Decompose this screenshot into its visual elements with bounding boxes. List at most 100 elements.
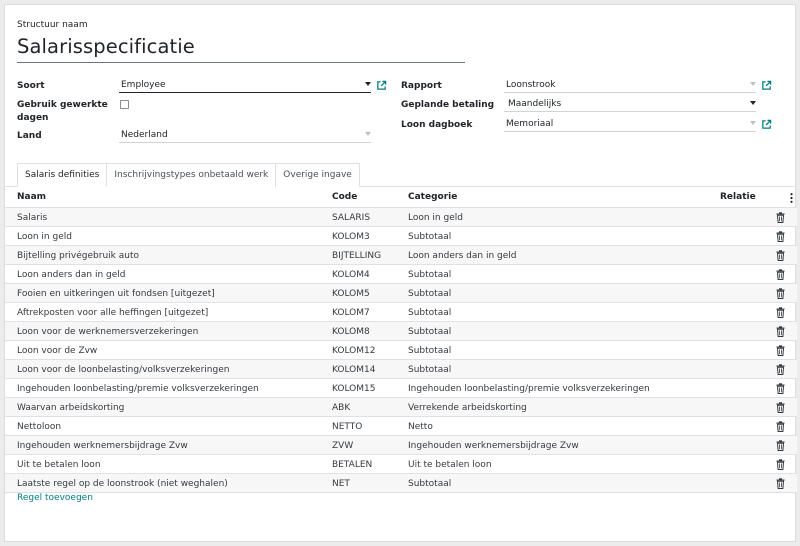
- table-row[interactable]: Loon anders dan in geld KOLOM4 Subtotaal: [5, 265, 797, 284]
- cell-name: Aftrekposten voor alle heffingen [uitgez…: [17, 308, 209, 318]
- tab-salaris-definities[interactable]: Salaris definities: [17, 163, 108, 187]
- table-row[interactable]: Loon voor de werknemersverzekeringen KOLO…: [5, 322, 797, 341]
- trash-icon[interactable]: [776, 459, 785, 470]
- tab-overige-ingave[interactable]: Overige ingave: [275, 163, 360, 187]
- cell-name: Laatste regel op de loonstrook (niet weg…: [17, 479, 228, 489]
- cell-name: Loon voor de werknemersverzekeringen: [17, 327, 199, 337]
- table-row[interactable]: Loon in geld KOLOM3 Subtotaal: [5, 227, 797, 246]
- chevron-down-icon: [365, 132, 371, 136]
- cell-category: Subtotaal: [408, 289, 452, 299]
- cell-name: Bijtelling privégebruik auto: [17, 251, 139, 261]
- trash-icon[interactable]: [776, 231, 785, 242]
- trash-icon[interactable]: [776, 383, 785, 394]
- column-header-name[interactable]: Naam: [17, 192, 46, 202]
- soort-value: Employee: [121, 80, 166, 90]
- cell-code: ABK: [332, 403, 351, 413]
- form-sheet: Structuur naam Salarisspecificatie Soort…: [4, 4, 797, 542]
- cell-code: NET: [332, 479, 350, 489]
- cell-code: ZVW: [332, 441, 354, 451]
- cell-code: KOLOM5: [332, 289, 370, 299]
- trash-icon[interactable]: [776, 269, 785, 280]
- trash-icon[interactable]: [776, 288, 785, 299]
- table-row[interactable]: Loon voor de loonbelasting/volksverzeker…: [5, 360, 797, 379]
- cell-code: BIJTELLING: [332, 251, 382, 261]
- cell-name: Loon anders dan in geld: [17, 270, 126, 280]
- external-link-icon[interactable]: [376, 80, 387, 91]
- optional-columns-icon[interactable]: [790, 193, 793, 203]
- gewerkte-dagen-checkbox[interactable]: [120, 100, 129, 109]
- cell-code: KOLOM8: [332, 327, 370, 337]
- cell-name: Waarvan arbeidskorting: [17, 403, 125, 413]
- rapport-value: Loonstrook: [506, 80, 556, 90]
- land-value: Nederland: [121, 130, 168, 140]
- table-row[interactable]: Aftrekposten voor alle heffingen [uitgez…: [5, 303, 797, 322]
- loon-dagboek-label: Loon dagboek: [401, 120, 473, 130]
- cell-name: Salaris: [17, 213, 48, 223]
- table-row[interactable]: Loon voor de Zvw KOLOM12 Subtotaal: [5, 341, 797, 360]
- trash-icon[interactable]: [776, 440, 785, 451]
- structure-name-input[interactable]: Salarisspecificatie: [17, 35, 465, 63]
- trash-icon[interactable]: [776, 307, 785, 318]
- cell-name: Fooien en uitkeringen uit fondsen [uitge…: [17, 289, 215, 299]
- trash-icon[interactable]: [776, 421, 785, 432]
- trash-icon[interactable]: [776, 478, 785, 489]
- cell-code: KOLOM4: [332, 270, 370, 280]
- gewerkte-dagen-label: Gebruik gewerkte dagen: [17, 99, 108, 125]
- geplande-betaling-select[interactable]: Maandelijks: [504, 97, 756, 112]
- table-row[interactable]: Uit te betalen loon BETALEN Uit te betalen…: [5, 455, 797, 474]
- cell-code: KOLOM15: [332, 384, 376, 394]
- loon-dagboek-select[interactable]: Memoriaal: [504, 117, 756, 132]
- land-label: Land: [17, 131, 42, 141]
- trash-icon[interactable]: [776, 402, 785, 413]
- cell-category: Ingehouden werknemersbijdrage Zvw: [408, 441, 579, 451]
- soort-select[interactable]: Employee: [119, 78, 371, 93]
- column-header-category[interactable]: Categorie: [408, 192, 457, 202]
- column-header-relation[interactable]: Relatie: [720, 192, 756, 202]
- trash-icon[interactable]: [776, 364, 785, 375]
- cell-name: Loon in geld: [17, 232, 72, 242]
- structure-name-value: Salarisspecificatie: [17, 35, 195, 58]
- table-header: Naam Code Categorie Relatie: [5, 187, 797, 208]
- gewerkte-dagen-label-line2: dagen: [17, 113, 49, 123]
- cell-category: Subtotaal: [408, 327, 452, 337]
- table-row[interactable]: Ingehouden loonbelasting/premie volksver…: [5, 379, 797, 398]
- rapport-label: Rapport: [401, 81, 442, 91]
- soort-label: Soort: [17, 81, 45, 91]
- cell-code: KOLOM7: [332, 308, 370, 318]
- land-select[interactable]: Nederland: [119, 128, 371, 143]
- external-link-icon[interactable]: [761, 80, 772, 91]
- external-link-icon[interactable]: [761, 119, 772, 130]
- table-row[interactable]: Salaris SALARIS Loon in geld: [5, 208, 797, 227]
- cell-category: Subtotaal: [408, 270, 452, 280]
- chevron-down-icon: [750, 82, 756, 86]
- table-row[interactable]: Laatste regel op de loonstrook (niet weg…: [5, 474, 797, 493]
- table-row[interactable]: Bijtelling privégebruik auto BIJTELLING Lo…: [5, 246, 797, 265]
- chevron-down-icon: [750, 121, 756, 125]
- trash-icon[interactable]: [776, 326, 785, 337]
- add-line-link[interactable]: Regel toevoegen: [17, 493, 93, 503]
- cell-category: Subtotaal: [408, 232, 452, 242]
- tab-inschrijvingstypes[interactable]: Inschrijvingstypes onbetaald werk: [106, 163, 277, 187]
- structure-name-label: Structuur naam: [17, 20, 88, 30]
- cell-category: Subtotaal: [408, 308, 452, 318]
- table-row[interactable]: Waarvan arbeidskorting ABK Verrekende arbe…: [5, 398, 797, 417]
- cell-code: KOLOM12: [332, 346, 376, 356]
- trash-icon[interactable]: [776, 212, 785, 223]
- cell-category: Ingehouden loonbelasting/premie volksver…: [408, 384, 650, 394]
- cell-name: Nettoloon: [17, 422, 62, 432]
- column-header-code[interactable]: Code: [332, 192, 357, 202]
- notebook-tabs: Salaris definities Inschrijvingstypes on…: [17, 163, 360, 187]
- cell-name: Uit te betalen loon: [17, 460, 101, 470]
- table-row[interactable]: Ingehouden werknemersbijdrage Zvw ZVW Inge…: [5, 436, 797, 455]
- trash-icon[interactable]: [776, 250, 785, 261]
- cell-category: Loon anders dan in geld: [408, 251, 517, 261]
- cell-category: Loon in geld: [408, 213, 463, 223]
- cell-code: BETALEN: [332, 460, 373, 470]
- cell-category: Subtotaal: [408, 365, 452, 375]
- table-row[interactable]: Fooien en uitkeringen uit fondsen [uitge…: [5, 284, 797, 303]
- trash-icon[interactable]: [776, 345, 785, 356]
- chevron-down-icon: [750, 101, 756, 105]
- cell-name: Ingehouden werknemersbijdrage Zvw: [17, 441, 188, 451]
- table-row[interactable]: Nettoloon NETTO Netto: [5, 417, 797, 436]
- rapport-select[interactable]: Loonstrook: [504, 78, 756, 93]
